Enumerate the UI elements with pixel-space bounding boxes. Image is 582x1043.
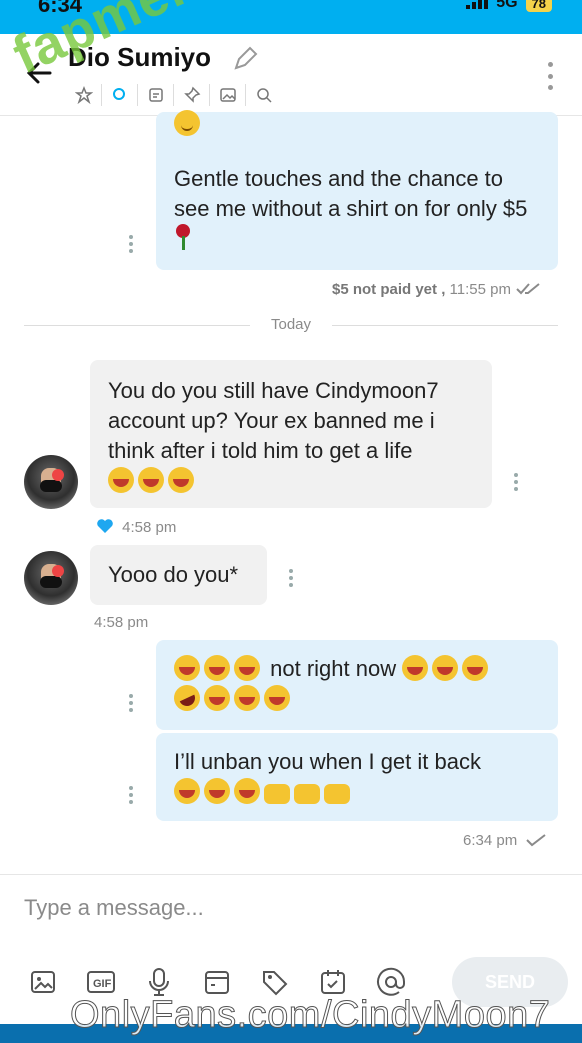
- message-menu-icon[interactable]: [128, 694, 134, 712]
- message-bubble-outgoing[interactable]: I’ll unban you when I get it back: [156, 733, 558, 821]
- message-bubble-outgoing[interactable]: not right now: [156, 640, 558, 730]
- message-meta: 6:34 pm: [463, 832, 547, 849]
- crying-emoji-icon: [204, 655, 230, 681]
- laughing-emoji-icon: [169, 680, 205, 716]
- battery-level: 78: [525, 0, 552, 12]
- message-menu-icon[interactable]: [513, 473, 519, 491]
- network-type: 5G: [496, 0, 518, 11]
- heart-hands-emoji-icon: [294, 784, 320, 804]
- watermark-bottom: OnlyFans.com/CindyMoon7: [69, 994, 551, 1037]
- smile-emoji-icon: [174, 110, 200, 136]
- crying-emoji-icon: [234, 655, 260, 681]
- more-vertical-icon[interactable]: [546, 62, 554, 90]
- status-time: 6:34: [38, 0, 83, 17]
- heart-hands-emoji-icon: [324, 784, 350, 804]
- message-time: 4:58 pm: [94, 614, 149, 631]
- message-meta: $5 not paid yet , 11:55 pm: [332, 281, 541, 298]
- rose-emoji-icon: [174, 224, 192, 250]
- crying-emoji-icon: [204, 685, 230, 711]
- star-icon[interactable]: [66, 84, 102, 106]
- contact-name[interactable]: Dio Sumiyo: [68, 42, 211, 73]
- message-time: 6:34 pm: [463, 832, 518, 849]
- double-check-icon: [516, 283, 540, 295]
- crying-emoji-icon: [138, 467, 164, 493]
- message-input[interactable]: Type a message...: [24, 895, 204, 921]
- image-icon[interactable]: [210, 84, 246, 106]
- header-action-icons: [66, 84, 282, 106]
- avatar[interactable]: [24, 551, 78, 605]
- message-text: Gentle touches and the chance to see me …: [174, 166, 528, 221]
- signal-icon: [466, 0, 489, 9]
- back-arrow-icon[interactable]: [24, 58, 54, 88]
- crying-emoji-icon: [462, 655, 489, 681]
- crying-emoji-icon: [204, 778, 230, 804]
- message-time: 4:58 pm: [122, 519, 177, 536]
- message-bubble-incoming[interactable]: You do you still have Cindymoon7 account…: [90, 360, 492, 508]
- message-bubble-incoming[interactable]: Yooo do you*: [90, 545, 267, 605]
- crying-emoji-icon: [402, 655, 429, 681]
- message-menu-icon[interactable]: [128, 786, 134, 804]
- heart-icon[interactable]: [96, 518, 114, 534]
- message-meta: 4:58 pm: [96, 518, 176, 536]
- date-divider-line-right: [332, 325, 558, 326]
- crying-emoji-icon: [234, 778, 260, 804]
- pin-icon[interactable]: [174, 84, 210, 106]
- status-right: 5G 78: [466, 0, 552, 12]
- date-divider-line-left: [24, 325, 250, 326]
- heart-hands-emoji-icon: [264, 784, 290, 804]
- crying-emoji-icon: [108, 467, 134, 493]
- message-bubble-outgoing[interactable]: Gentle touches and the chance to see me …: [156, 110, 558, 270]
- message-text: Yooo do you*: [108, 562, 239, 587]
- note-icon[interactable]: [138, 84, 174, 106]
- message-menu-icon[interactable]: [288, 569, 294, 587]
- crying-emoji-icon: [234, 685, 260, 711]
- price-status: $5 not paid yet ,: [332, 281, 446, 298]
- crying-emoji-icon: [174, 655, 200, 681]
- crying-emoji-icon: [168, 467, 194, 493]
- crying-emoji-icon: [432, 655, 459, 681]
- status-bar: 6:34 5G 78: [0, 0, 582, 34]
- message-menu-icon[interactable]: [128, 235, 134, 253]
- search-icon[interactable]: [246, 84, 282, 106]
- avatar[interactable]: [24, 455, 78, 509]
- check-icon: [526, 834, 546, 847]
- image-icon[interactable]: [24, 965, 62, 999]
- message-time: 11:55 pm: [449, 281, 511, 298]
- edit-pencil-icon[interactable]: [232, 46, 258, 72]
- message-text: I’ll unban you when I get it back: [174, 749, 481, 774]
- tag-icon[interactable]: [102, 84, 138, 106]
- svg-text:GIF: GIF: [93, 978, 112, 990]
- message-text: You do you still have Cindymoon7 account…: [108, 378, 439, 463]
- message-text: not right now: [270, 656, 397, 681]
- crying-emoji-icon: [264, 685, 290, 711]
- chat-header: Dio Sumiyo: [0, 34, 582, 116]
- date-divider-label: Today: [270, 316, 312, 333]
- crying-emoji-icon: [174, 778, 200, 804]
